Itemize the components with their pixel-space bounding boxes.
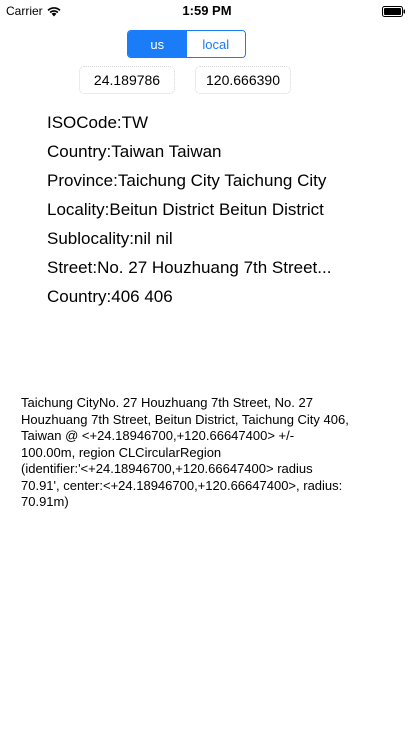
province-label: Province:Taichung City Taichung City bbox=[47, 171, 327, 190]
street-label: Street:No. 27 Houzhuang 7th Street... bbox=[47, 258, 332, 277]
locality-label: Locality:Beitun District Beitun District bbox=[47, 200, 324, 219]
battery-icon bbox=[382, 6, 405, 17]
longitude-field[interactable]: 120.666390 bbox=[195, 66, 291, 94]
sublocality-label: Sublocality:nil nil bbox=[47, 229, 173, 248]
latitude-field[interactable]: 24.189786 bbox=[79, 66, 175, 94]
status-bar: Carrier 1:59 PM bbox=[0, 0, 414, 22]
placemark-info-list: ISOCode:TW Country:Taiwan Taiwan Provinc… bbox=[47, 111, 367, 314]
country-label: Country:Taiwan Taiwan bbox=[47, 142, 222, 161]
locale-segmented-control[interactable]: us local bbox=[127, 30, 246, 58]
iso-code-label: ISOCode:TW bbox=[47, 113, 149, 132]
placemark-description: Taichung CityNo. 27 Houzhuang 7th Street… bbox=[21, 395, 349, 509]
segment-local[interactable]: local bbox=[186, 31, 245, 57]
postal-code-label: Country:406 406 bbox=[47, 287, 173, 306]
status-time: 1:59 PM bbox=[182, 3, 232, 18]
segment-us[interactable]: us bbox=[128, 31, 187, 57]
